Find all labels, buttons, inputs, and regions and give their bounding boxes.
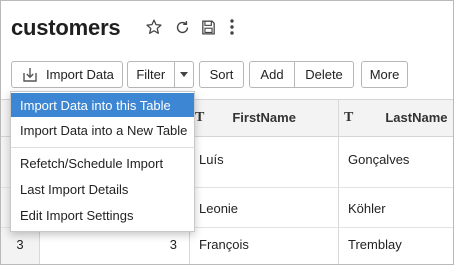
delete-button[interactable]: Delete xyxy=(295,62,353,87)
chevron-down-icon[interactable] xyxy=(175,62,193,87)
column-header-firstname[interactable]: T FirstName xyxy=(195,99,335,136)
table-cell-firstname[interactable]: Luís xyxy=(199,149,224,169)
app-window: customers Import Data Filter Sort Add De… xyxy=(0,0,454,265)
import-data-label: Import Data xyxy=(46,67,114,82)
filter-label: Filter xyxy=(128,62,175,87)
row-number: 3 xyxy=(16,236,24,252)
table-cell-id[interactable]: 3 xyxy=(41,234,177,254)
add-button[interactable]: Add xyxy=(250,62,295,87)
text-type-icon: T xyxy=(195,109,205,125)
table-cell-lastname[interactable]: Tremblay xyxy=(348,234,402,254)
menu-item-last-import-details[interactable]: Last Import Details xyxy=(11,177,194,201)
page-title: customers xyxy=(11,15,121,40)
table-cell-lastname[interactable]: Köhler xyxy=(348,198,386,218)
table-cell-firstname[interactable]: François xyxy=(199,234,249,254)
column-header-lastname[interactable]: T LastName xyxy=(344,99,449,136)
add-delete-group: Add Delete xyxy=(249,61,354,88)
refresh-icon[interactable] xyxy=(172,15,192,39)
menu-item-refetch-schedule-import[interactable]: Refetch/Schedule Import xyxy=(11,151,194,175)
import-data-button[interactable]: Import Data xyxy=(11,61,123,88)
sort-button[interactable]: Sort xyxy=(199,61,244,88)
import-icon xyxy=(21,67,39,83)
menu-item-import-into-this-table[interactable]: Import Data into this Table xyxy=(11,93,194,117)
menu-item-edit-import-settings[interactable]: Edit Import Settings xyxy=(11,203,194,227)
column-label: FirstName xyxy=(232,110,296,125)
more-vertical-icon[interactable] xyxy=(225,15,239,39)
filter-button[interactable]: Filter xyxy=(127,61,194,88)
import-dropdown-menu: Import Data into this Table Import Data … xyxy=(10,91,195,232)
text-type-icon: T xyxy=(344,109,354,125)
column-label: LastName xyxy=(385,110,448,125)
table-cell-firstname[interactable]: Leonie xyxy=(199,198,238,218)
star-icon[interactable] xyxy=(144,15,164,39)
save-icon[interactable] xyxy=(198,15,218,39)
more-button[interactable]: More xyxy=(361,61,408,88)
menu-item-import-into-new-table[interactable]: Import Data into a New Table xyxy=(11,118,194,142)
menu-divider xyxy=(11,147,194,148)
table-cell-lastname[interactable]: Gonçalves xyxy=(348,149,409,169)
